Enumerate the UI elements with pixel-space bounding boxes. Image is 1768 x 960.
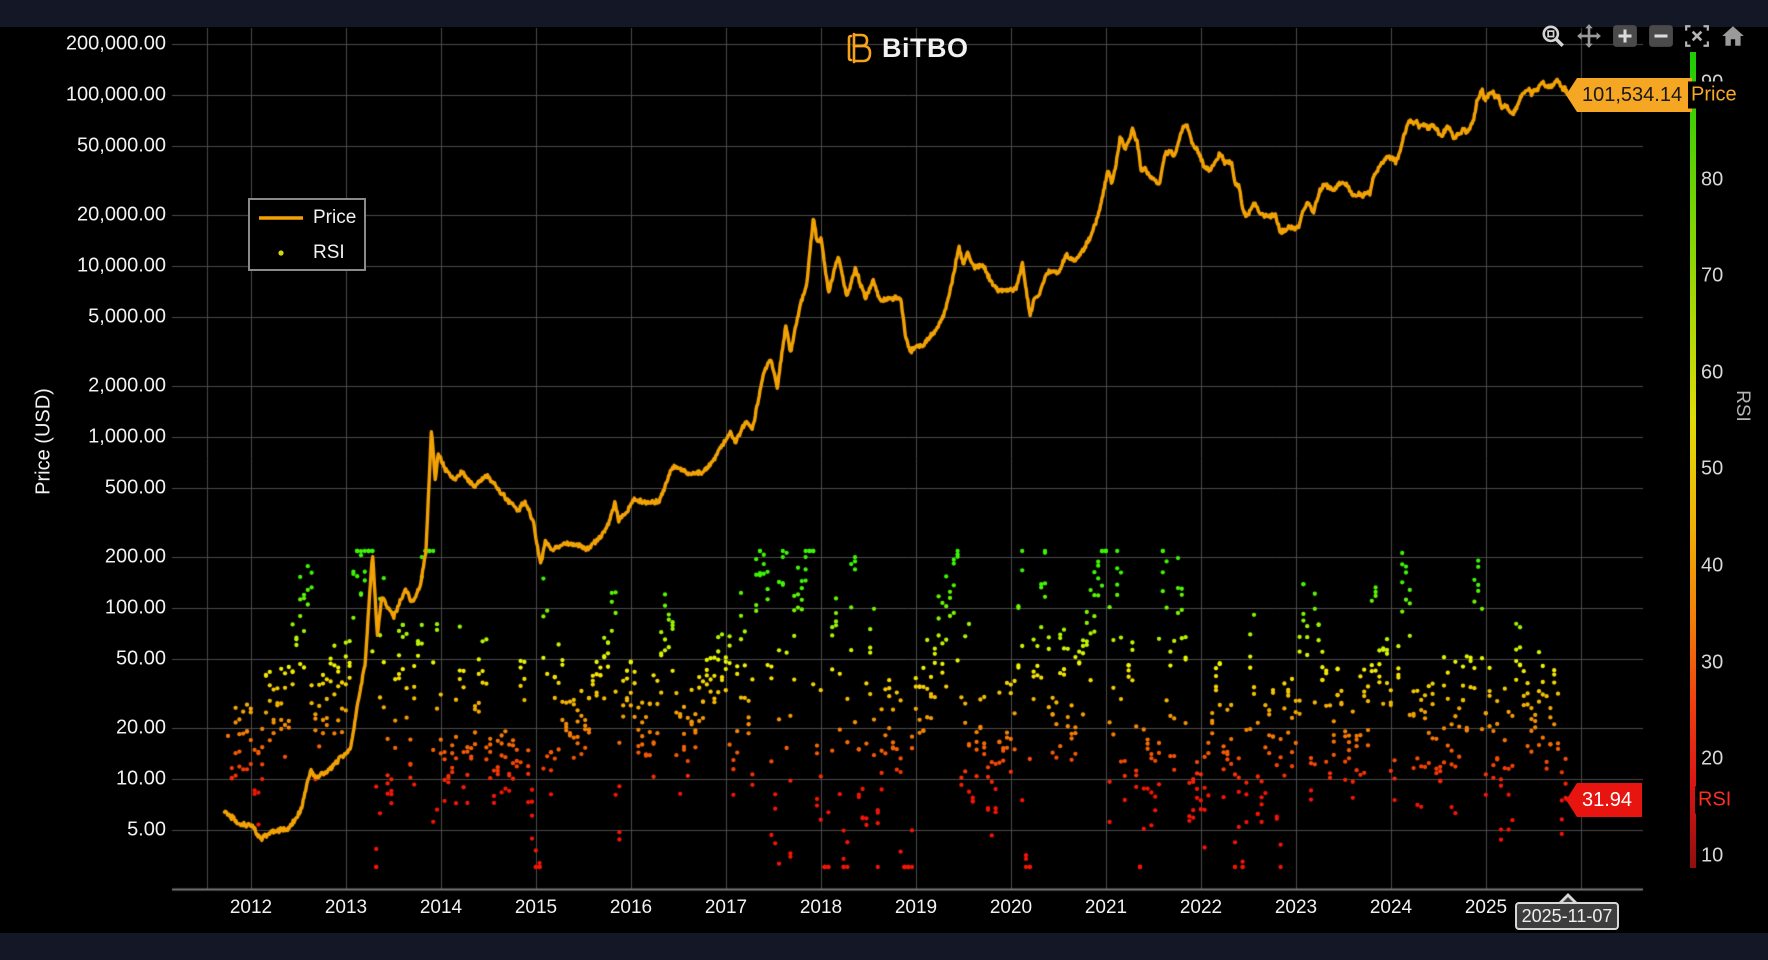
- price-tick-label: 10,000.00: [77, 254, 166, 277]
- top-navbar: [0, 0, 1768, 27]
- brand-title: BiTBO: [882, 32, 969, 63]
- price-tick-label: 50.00: [115, 647, 166, 670]
- year-tick-label: 2015: [514, 897, 558, 918]
- price-tick-label: 500.00: [104, 476, 166, 499]
- bitbo-chart-page: BiTBO Price (USD) RSI 200,000.00 100,000.…: [0, 0, 1768, 960]
- rsi-tick-label: 20: [1701, 747, 1724, 770]
- rsi-axis-title: RSI: [1732, 390, 1753, 422]
- legend-item-rsi[interactable]: RSI: [258, 240, 358, 266]
- year-tick-label: 2023: [1274, 897, 1318, 918]
- year-tick-label: 2020: [989, 897, 1033, 918]
- price-tick-label: 100.00: [104, 596, 166, 619]
- reset-home-button[interactable]: [1718, 24, 1748, 52]
- year-tick-label: 2021: [1084, 897, 1128, 918]
- price-tick-label: 20,000.00: [77, 203, 166, 226]
- year-tick-label: 2012: [229, 897, 273, 918]
- rsi-tick-label: 80: [1701, 168, 1724, 191]
- chart-legend: Price RSI: [248, 198, 366, 271]
- year-tick-label: 2018: [799, 897, 843, 918]
- pan-icon: [1576, 23, 1602, 54]
- pan-button[interactable]: [1574, 23, 1604, 54]
- chart-toolbar: [1538, 23, 1748, 54]
- price-axis-name-label: Price: [1688, 81, 1740, 109]
- price-tick-label: 10.00: [115, 767, 166, 790]
- price-tick-label: 5.00: [127, 818, 166, 841]
- rsi-tick-label: 10: [1701, 844, 1724, 867]
- price-tick-label: 1,000.00: [88, 425, 166, 448]
- bitbo-b-icon: [847, 32, 872, 64]
- rsi-tick-label: 50: [1701, 457, 1724, 480]
- year-tick-label: 2024: [1369, 897, 1413, 918]
- bottom-bar: [0, 933, 1768, 960]
- year-tick-label: 2017: [704, 897, 748, 918]
- chart-plot-area[interactable]: [0, 0, 1768, 960]
- year-tick-label: 2013: [324, 897, 368, 918]
- year-tick-label: 2022: [1179, 897, 1223, 918]
- price-value-tag: 101,534.14: [1566, 78, 1693, 112]
- legend-label-rsi: RSI: [313, 242, 345, 263]
- rsi-tick-label: 60: [1701, 361, 1724, 384]
- legend-label-price: Price: [313, 207, 357, 228]
- zoom-box-icon: [1540, 23, 1566, 54]
- rsi-axis-name-label: RSI: [1695, 786, 1735, 814]
- bitbo-brand: BiTBO: [846, 31, 969, 65]
- autoscale-button[interactable]: [1682, 24, 1712, 52]
- year-tick-label: 2019: [894, 897, 938, 918]
- year-tick-label: 2025: [1464, 897, 1508, 918]
- price-tick-label: 200,000.00: [65, 32, 166, 55]
- rsi-value-tag: 31.94: [1566, 783, 1643, 817]
- zoom-out-button[interactable]: [1646, 24, 1676, 52]
- price-line-swatch: [259, 216, 303, 220]
- price-tick-label: 200.00: [104, 545, 166, 568]
- year-tick-label: 2014: [419, 897, 463, 918]
- price-tick-label: 5,000.00: [88, 305, 166, 328]
- price-tick-label: 50,000.00: [77, 134, 166, 157]
- price-tick-label: 20.00: [115, 716, 166, 739]
- zoom-out-icon: [1647, 23, 1675, 54]
- reset-home-icon: [1720, 23, 1746, 54]
- rsi-tick-label: 40: [1701, 554, 1724, 577]
- rsi-dot-swatch: [278, 250, 284, 256]
- zoom-in-button[interactable]: [1610, 24, 1640, 52]
- legend-item-price[interactable]: Price: [258, 205, 358, 231]
- autoscale-icon: [1684, 23, 1710, 54]
- price-tick-label: 100,000.00: [65, 83, 166, 106]
- rsi-tick-label: 30: [1701, 651, 1724, 674]
- zoom-in-icon: [1611, 23, 1639, 54]
- zoom-box-button[interactable]: [1538, 24, 1568, 52]
- price-tick-label: 2,000.00: [88, 374, 166, 397]
- rsi-tick-label: 70: [1701, 264, 1724, 287]
- date-tag: 2025-11-07: [1515, 902, 1619, 930]
- rsi-colorbar: [1690, 52, 1696, 868]
- year-tick-label: 2016: [609, 897, 653, 918]
